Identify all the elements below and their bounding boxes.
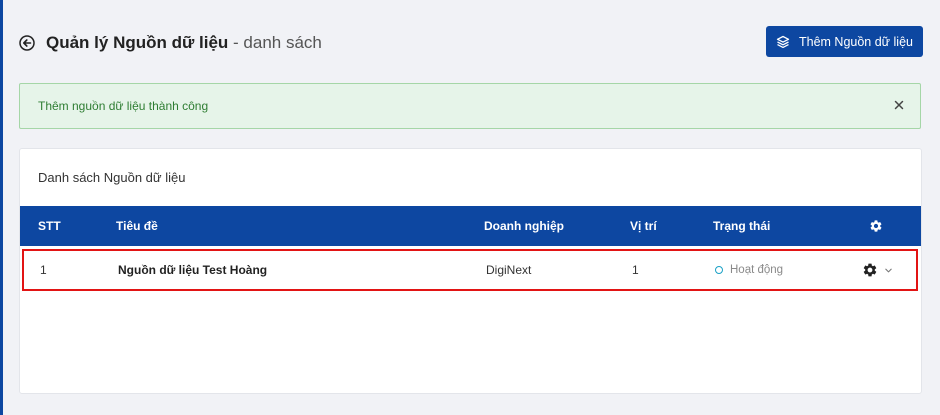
page-title-main: Quản lý Nguồn dữ liệu [46,33,229,52]
row-status: Hoạt động [715,251,783,289]
column-header-stt: STT [38,219,61,233]
layers-icon [776,35,790,49]
row-stt: 1 [40,263,47,277]
back-arrow-icon[interactable] [18,34,36,52]
status-text: Hoạt động [730,264,784,276]
status-dot-icon [715,266,723,274]
row-title[interactable]: Nguồn dữ liệu Test Hoàng [118,251,267,289]
row-actions-dropdown[interactable] [862,251,893,289]
success-alert: Thêm nguồn dữ liệu thành công [19,83,921,129]
close-icon[interactable] [892,98,906,112]
page-title-sub: danh sách [243,33,322,52]
alert-message: Thêm nguồn dữ liệu thành công [38,99,209,113]
column-header-position: Vị trí [630,219,657,233]
table-header: STT Tiêu đề Doanh nghiệp Vị trí Trạng th… [20,206,921,246]
column-header-company: Doanh nghiệp [484,219,564,233]
page-title-separator: - [228,33,244,52]
left-edge-accent [0,0,3,415]
add-data-source-button-label: Thêm Nguồn dữ liệu [799,34,913,49]
row-position: 1 [632,263,639,277]
card-title: Danh sách Nguồn dữ liệu [38,170,186,185]
column-header-title: Tiêu đề [116,219,158,233]
chevron-down-icon [884,266,893,275]
column-settings-gear-icon[interactable] [869,206,883,246]
column-header-status: Trạng thái [713,219,771,233]
table-row[interactable]: 1 Nguồn dữ liệu Test Hoàng DigiNext 1 Ho… [22,249,918,291]
data-source-list-card: Danh sách Nguồn dữ liệu STT Tiêu đề Doan… [19,148,922,394]
add-data-source-button[interactable]: Thêm Nguồn dữ liệu [766,26,923,57]
gear-icon [862,262,878,278]
row-company: DigiNext [486,263,532,277]
page-title: Quản lý Nguồn dữ liệu - danh sách [46,33,322,53]
